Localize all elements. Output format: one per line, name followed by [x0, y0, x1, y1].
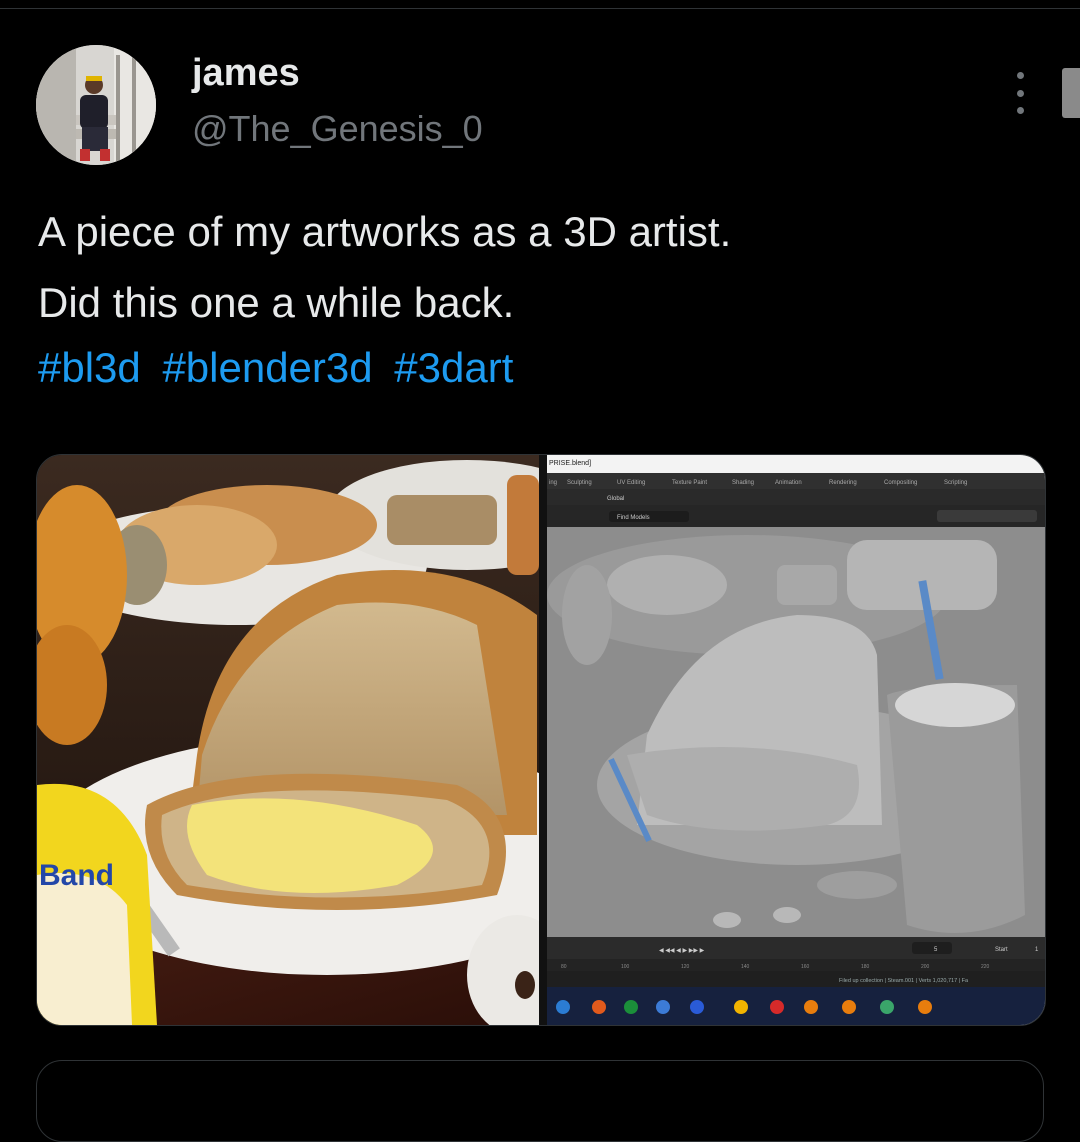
tab-compositing[interactable]: Compositing	[884, 480, 917, 486]
find-models-search[interactable]: Find Models	[617, 515, 650, 521]
timeline-tick: 180	[861, 964, 870, 970]
tab-rendering[interactable]: Rendering	[829, 480, 857, 486]
media-image-blender[interactable]: PRISE.blend] ing Sculpting UV Editing Te…	[547, 455, 1045, 1025]
hashtag-bl3d[interactable]: #bl3d	[38, 344, 141, 391]
tab-animation[interactable]: Animation	[775, 480, 802, 486]
more-icon[interactable]	[1006, 72, 1034, 114]
timeline-tick: 100	[621, 964, 630, 970]
tab-sculpting[interactable]: Sculpting	[567, 480, 592, 486]
tweet-media[interactable]: Band PRISE.blend] ing Sculpting UV Editi…	[36, 454, 1046, 1026]
tab-0[interactable]: ing	[549, 480, 557, 486]
blender-icon[interactable]	[804, 1000, 818, 1014]
hashtag-blender3d[interactable]: #blender3d	[162, 344, 372, 391]
tweet-text-line-1: A piece of my artworks as a 3D artist.	[38, 208, 732, 255]
status-bar: Filed up collection | Steam.001 | Verts …	[839, 978, 969, 984]
tub-label: Band	[39, 859, 114, 892]
edge-thumbnail	[1062, 68, 1080, 118]
start-label: Start	[995, 947, 1008, 953]
top-divider	[0, 8, 1080, 9]
timeline-tick: 220	[981, 964, 990, 970]
author-handle[interactable]: @The_Genesis_0	[192, 108, 483, 150]
timeline-tick: 160	[801, 964, 810, 970]
timeline-tick: 120	[681, 964, 690, 970]
media-image-render[interactable]: Band	[37, 455, 617, 1025]
tweet-text-line-2: Did this one a while back.	[38, 279, 515, 326]
tab-scripting[interactable]: Scripting	[944, 480, 967, 486]
tab-uv-editing[interactable]: UV Editing	[617, 480, 645, 486]
tab-shading[interactable]: Shading	[732, 480, 754, 486]
author-name[interactable]: james	[192, 52, 300, 95]
timeline-tick: 80	[561, 964, 567, 970]
tweet-text: A piece of my artworks as a 3D artist. D…	[38, 196, 1048, 338]
timeline-tick: 140	[741, 964, 750, 970]
timeline-tick: 200	[921, 964, 930, 970]
orientation-select[interactable]: Global	[607, 496, 624, 502]
hashtags: #bl3d #blender3d #3dart	[38, 338, 523, 398]
hashtag-3dart[interactable]: #3dart	[394, 344, 513, 391]
avatar-image	[36, 45, 156, 165]
avatar[interactable]	[36, 45, 156, 165]
tab-texture-paint[interactable]: Texture Paint	[672, 480, 707, 486]
quoted-tweet-card[interactable]	[36, 1060, 1044, 1142]
blend-file-title: PRISE.blend]	[549, 460, 591, 467]
playback-controls[interactable]: ◀ ◀◀ ◀ ▶ ▶▶ ▶	[659, 948, 705, 954]
